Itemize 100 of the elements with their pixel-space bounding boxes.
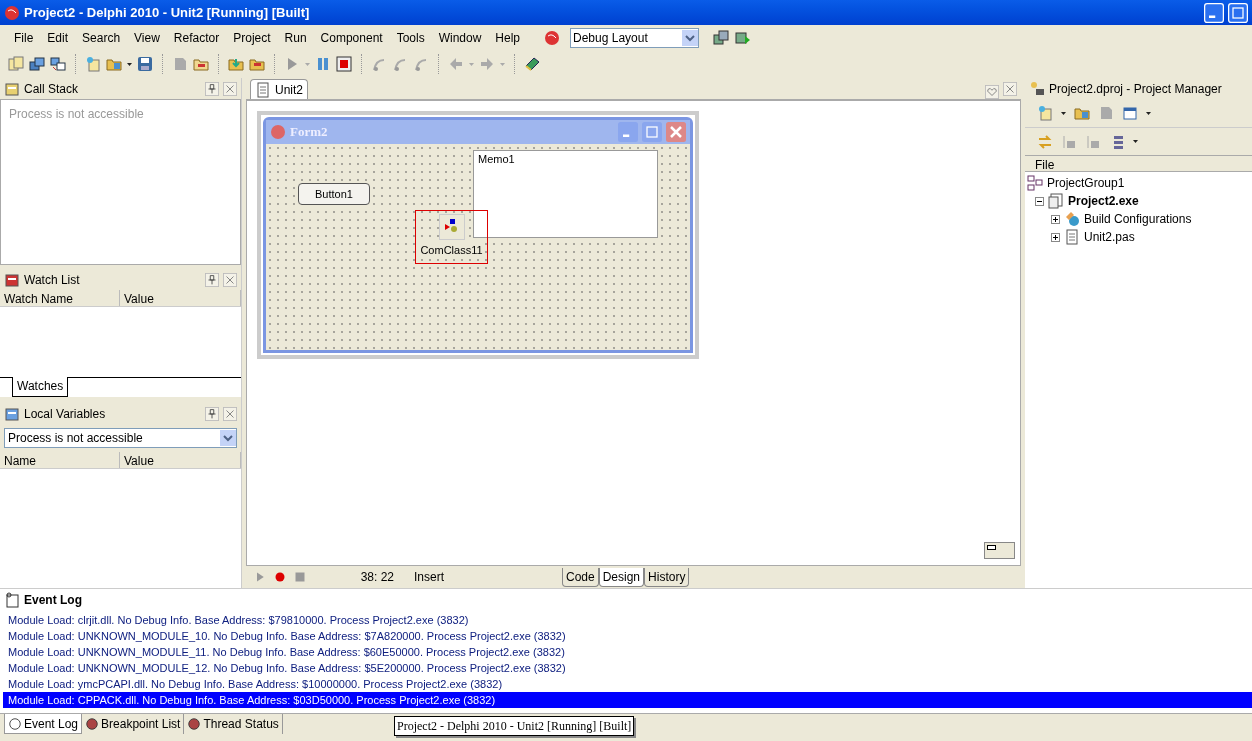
process-dropdown[interactable]: Process is not accessible — [4, 428, 237, 448]
caret-icon[interactable] — [1133, 140, 1138, 143]
menu-item[interactable]: File — [8, 28, 40, 47]
form-title: Form2 — [290, 123, 328, 142]
chevron-down-icon — [220, 430, 236, 446]
menu-item[interactable]: Search — [76, 28, 127, 47]
column-header[interactable]: Watch Name — [0, 290, 120, 306]
caret-icon — [469, 62, 474, 66]
menu-item[interactable]: Component — [314, 28, 389, 47]
menu-item[interactable]: Edit — [41, 28, 75, 47]
tree-item[interactable]: Build Configurations — [1084, 210, 1192, 228]
menu-item[interactable]: Project — [227, 28, 277, 47]
memo-box[interactable]: Memo1 — [473, 150, 658, 238]
maximize-icon[interactable] — [1228, 2, 1248, 23]
pin-icon[interactable] — [205, 81, 219, 96]
panel-title: Project2.dproj - Project Manager — [1049, 80, 1222, 98]
folder-add-icon[interactable] — [228, 56, 244, 72]
panel-title: Call Stack — [24, 80, 79, 98]
close-icon[interactable] — [1003, 82, 1017, 96]
project-icon — [1048, 193, 1064, 209]
caret-icon — [305, 62, 310, 66]
column-header[interactable]: Value — [120, 290, 241, 306]
chevron-down-icon — [682, 29, 699, 46]
bug-icon — [4, 271, 20, 288]
windows-icon[interactable] — [29, 56, 45, 72]
menu-item[interactable]: Help — [489, 28, 527, 47]
play-icon — [254, 571, 266, 583]
flask-icon — [1064, 211, 1080, 227]
tab-icon — [85, 717, 100, 731]
run-icon[interactable] — [735, 29, 752, 46]
unit-file-icon — [255, 81, 271, 98]
menu-item[interactable]: Run — [278, 28, 313, 47]
panel-title: Event Log — [24, 592, 82, 609]
minimize-icon[interactable] — [1204, 2, 1224, 23]
menu-item[interactable]: Tools — [390, 28, 431, 47]
log-entry[interactable]: Module Load: ymcPCAPI.dll. No Debug Info. Base Address: $10000000. Process Project2.exe (3832) — [3, 676, 1252, 692]
windows-swap-icon[interactable] — [50, 56, 66, 72]
variables-icon — [4, 405, 20, 422]
stop-icon[interactable] — [336, 56, 352, 72]
close-icon[interactable] — [223, 81, 237, 96]
log-entry[interactable]: Module Load: clrjit.dll. No Debug Info. Base Address: $79810000. Process Project2.exe (3832) — [3, 612, 1252, 628]
log-entry[interactable]: Module Load: UNKNOWN_MODULE_10. No Debug Info. Base Address: $7A820000. Process Project2.exe (3832) — [3, 628, 1252, 644]
step-icon — [392, 56, 408, 72]
globe-icon — [4, 4, 20, 21]
tab-icon — [187, 717, 202, 731]
minimap-button[interactable] — [984, 542, 1015, 559]
expand-icon[interactable] — [1051, 214, 1060, 224]
form-button[interactable]: Button1 — [298, 183, 370, 205]
windows-icon[interactable] — [713, 29, 730, 46]
expand-icon[interactable] — [1051, 232, 1060, 242]
shapes-icon[interactable] — [438, 214, 465, 240]
open-folder-icon[interactable] — [1074, 105, 1090, 121]
column-header[interactable]: Value — [120, 452, 241, 468]
caret-icon[interactable] — [1146, 111, 1151, 115]
menu-item[interactable]: View — [128, 28, 166, 47]
unit-file-icon — [1064, 229, 1080, 245]
book-icon[interactable] — [524, 56, 540, 72]
menu-item[interactable]: Window — [432, 28, 488, 47]
calendar-icon[interactable] — [1122, 105, 1138, 121]
tree-item[interactable]: Unit2.pas — [1084, 228, 1135, 246]
folder-icon[interactable] — [193, 56, 209, 72]
heart-icon[interactable] — [985, 85, 999, 99]
document-icon — [1098, 105, 1114, 121]
editor-tab[interactable]: Unit2 — [250, 79, 308, 99]
close-icon[interactable] — [223, 406, 237, 421]
layout-dropdown[interactable]: Debug Layout — [570, 27, 700, 48]
view-tab[interactable]: History — [644, 567, 690, 587]
view-tab[interactable]: Code — [562, 567, 599, 587]
view-tab[interactable]: Design — [598, 567, 645, 587]
close-icon[interactable] — [666, 122, 686, 142]
caret-icon[interactable] — [1061, 111, 1066, 115]
panel-title: Local Variables — [24, 405, 106, 423]
documents-icon[interactable] — [8, 56, 24, 72]
bottom-tab[interactable]: Event Log — [4, 714, 83, 734]
caret-icon[interactable] — [127, 62, 132, 66]
arrow-right-icon — [479, 56, 495, 72]
log-entry[interactable]: Module Load: UNKNOWN_MODULE_12. No Debug Info. Base Address: $5E200000. Process Project2.exe (3832) — [3, 660, 1252, 676]
pin-icon[interactable] — [205, 406, 219, 421]
pin-icon[interactable] — [205, 272, 219, 287]
step-icon — [413, 56, 429, 72]
document-icon — [172, 56, 188, 72]
bottom-tab[interactable]: Thread Status — [184, 714, 283, 734]
column-header[interactable]: File — [1025, 155, 1252, 172]
tab[interactable]: Watches — [12, 377, 69, 397]
globe-icon[interactable] — [544, 29, 561, 46]
log-entry[interactable]: Module Load: UNKNOWN_MODULE_11. No Debug Info. Base Address: $60E50000. Process Project2.exe (3832) — [3, 644, 1252, 660]
pause-icon[interactable] — [315, 56, 331, 72]
bottom-tab[interactable]: Breakpoint List — [82, 714, 185, 734]
tree-item[interactable]: ProjectGroup1 — [1047, 174, 1125, 192]
record-icon[interactable] — [274, 571, 286, 583]
form-window[interactable]: Form2 Button1 Memo1 ComClass11 — [263, 117, 693, 353]
menu-item[interactable]: Refactor — [167, 28, 226, 47]
close-icon[interactable] — [223, 272, 237, 287]
tooltip: Project2 - Delphi 2010 - Unit2 [Running] [Built] — [394, 716, 635, 736]
column-header[interactable]: Name — [0, 452, 120, 468]
folder-remove-icon[interactable] — [249, 56, 265, 72]
tree-item[interactable]: Project2.exe — [1068, 192, 1139, 210]
collapse-icon[interactable] — [1035, 196, 1044, 206]
open-folder-icon[interactable] — [106, 56, 122, 72]
log-entry[interactable]: Module Load: CPPACK.dll. No Debug Info. Base Address: $03D50000. Process Project2.exe (3832) — [3, 692, 1252, 708]
